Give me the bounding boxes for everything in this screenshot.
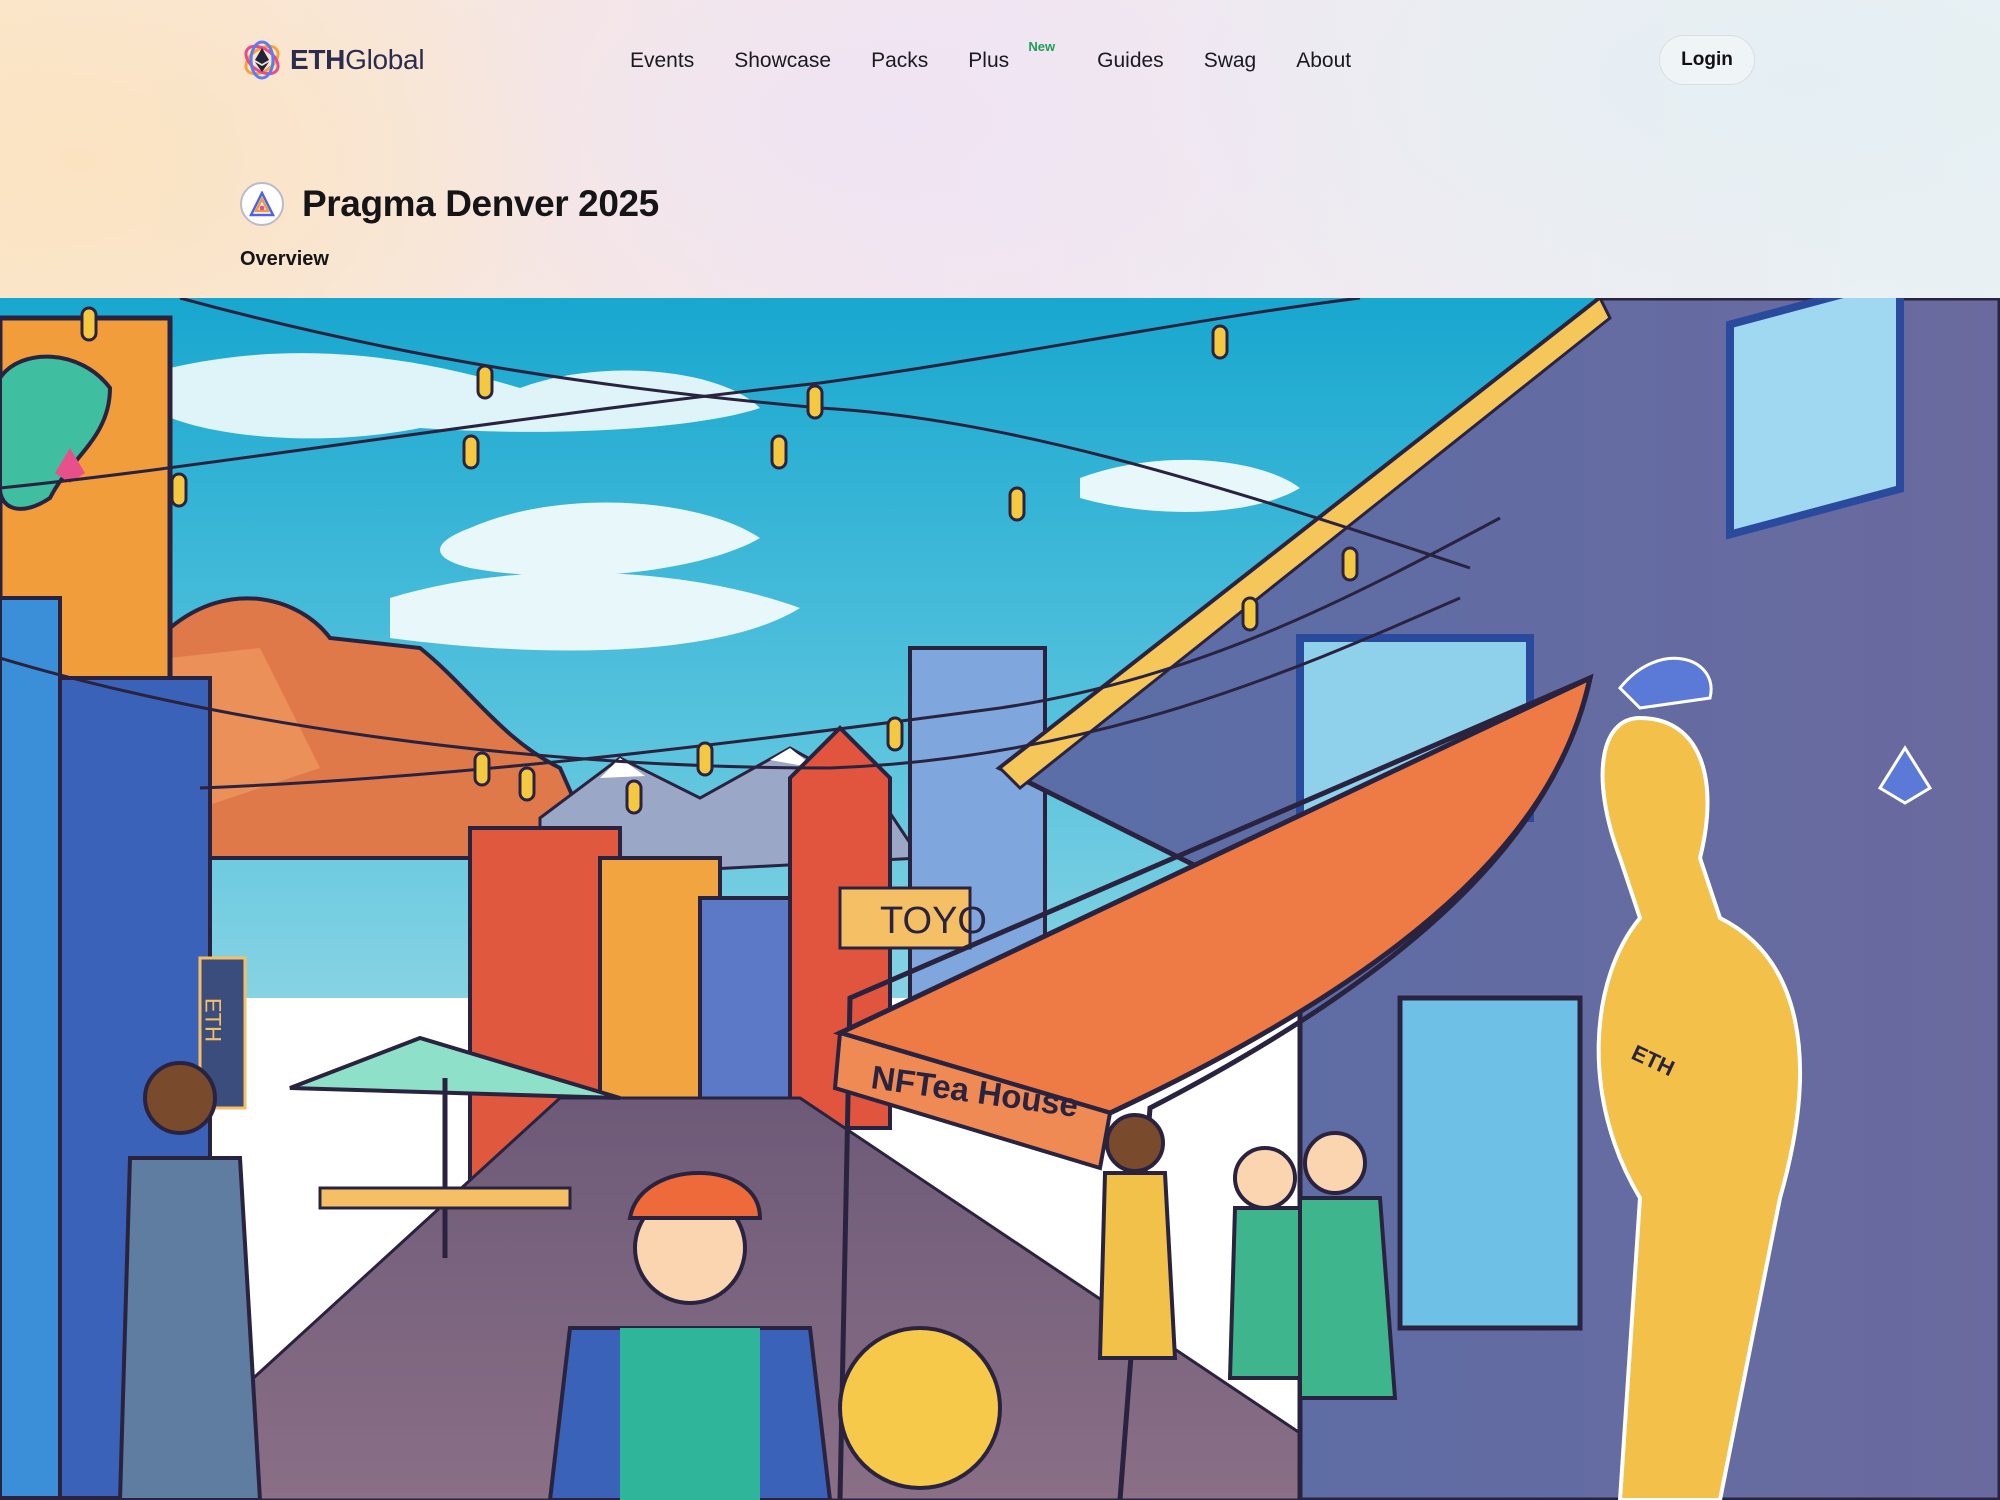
- nav-link-about[interactable]: About: [1296, 49, 1351, 73]
- eth-vertical-sign-text: ETH: [201, 998, 226, 1042]
- upper-window: [1726, 298, 1904, 540]
- nav-link-packs[interactable]: Packs: [871, 49, 928, 73]
- nav-link-plus-label: Plus: [968, 49, 1010, 72]
- event-header: Pragma Denver 2025: [240, 180, 659, 228]
- street-scene-illustration: TOYO ETH ETH NFTea House: [0, 298, 2000, 1500]
- login-button[interactable]: Login: [1659, 35, 1755, 85]
- logo-text-eth: ETH: [290, 44, 346, 75]
- pragma-logo-icon: [240, 182, 284, 226]
- nav-link-guides[interactable]: Guides: [1097, 49, 1164, 73]
- toyo-sign-text: TOYO: [880, 900, 987, 942]
- nav-link-showcase[interactable]: Showcase: [734, 49, 831, 73]
- event-banner-illustration: TOYO ETH ETH NFTea House: [0, 298, 2000, 1500]
- logo-text-global: Global: [345, 44, 425, 75]
- nav-link-plus[interactable]: Plus New: [968, 39, 1055, 73]
- picnic-table: [318, 1186, 572, 1210]
- ethglobal-logo[interactable]: ETHGlobal: [240, 38, 425, 82]
- ethglobal-logo-icon: [244, 40, 280, 80]
- nav-link-swag[interactable]: Swag: [1204, 49, 1257, 73]
- new-badge: New: [1028, 39, 1056, 54]
- doorway: [1397, 995, 1583, 1331]
- nav-link-events[interactable]: Events: [630, 49, 694, 73]
- nav-links: Events Showcase Packs Plus New Guides Swa…: [630, 39, 1391, 78]
- tab-overview[interactable]: Overview: [240, 248, 329, 271]
- top-navigation: ETHGlobal Events Showcase Packs Plus New …: [0, 0, 2000, 120]
- event-title: Pragma Denver 2025: [302, 183, 659, 224]
